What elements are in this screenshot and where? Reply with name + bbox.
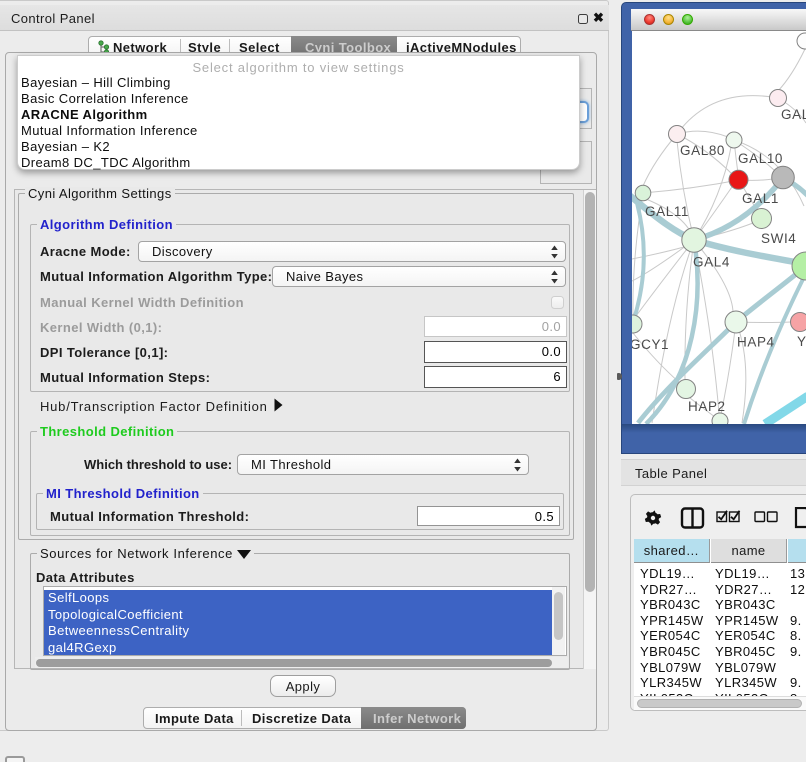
- svg-text:HAP4: HAP4: [737, 335, 775, 350]
- svg-text:GAL2: GAL2: [781, 107, 806, 122]
- svg-text:GCY1: GCY1: [632, 337, 669, 352]
- svg-text:GAL11: GAL11: [645, 204, 689, 219]
- svg-text:GAL80: GAL80: [680, 143, 725, 158]
- svg-text:GAL4: GAL4: [693, 255, 730, 270]
- svg-text:GAL1: GAL1: [742, 191, 779, 206]
- svg-text:GAL10: GAL10: [738, 151, 783, 166]
- svg-text:YM: YM: [797, 334, 806, 349]
- svg-text:HAP2: HAP2: [688, 399, 726, 414]
- svg-text:SWI4: SWI4: [761, 231, 796, 246]
